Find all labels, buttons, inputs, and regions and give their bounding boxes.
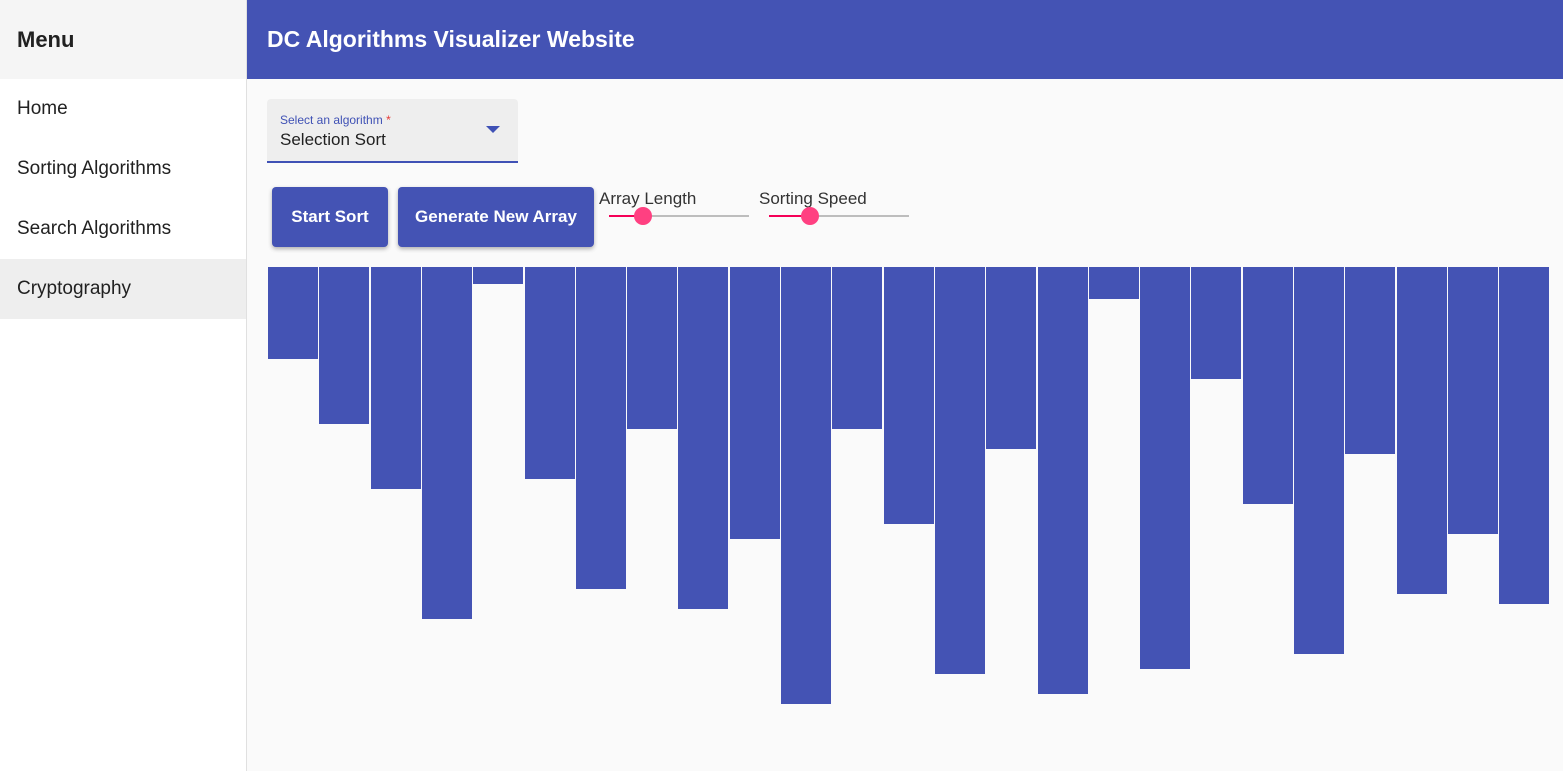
start-sort-button[interactable]: Start Sort	[272, 187, 388, 247]
array-bar	[627, 267, 677, 429]
array-bar	[525, 267, 575, 479]
array-bar	[781, 267, 831, 704]
sidebar-item-sorting-algorithms[interactable]: Sorting Algorithms	[0, 139, 246, 199]
array-bar	[832, 267, 882, 429]
array-bar	[1294, 267, 1344, 654]
algorithm-select-value: Selection Sort	[280, 130, 386, 149]
caret-down-icon	[486, 126, 500, 133]
array-bar	[422, 267, 472, 619]
array-bar	[1397, 267, 1447, 594]
array-bar	[371, 267, 421, 489]
sidebar-item-search-algorithms[interactable]: Search Algorithms	[0, 199, 246, 259]
generate-new-array-button[interactable]: Generate New Array	[398, 187, 594, 247]
sorting-speed-slider[interactable]	[769, 207, 909, 225]
algorithm-select-label: Select an algorithm *	[280, 113, 391, 127]
array-bar	[1243, 267, 1293, 504]
sidebar-item-cryptography[interactable]: Cryptography	[0, 259, 246, 319]
array-bar	[1089, 267, 1139, 299]
array-bar	[678, 267, 728, 609]
array-bar	[1140, 267, 1190, 669]
algorithm-select-label-text: Select an algorithm	[280, 113, 383, 127]
sidebar-title: Menu	[0, 0, 246, 79]
array-bar	[935, 267, 985, 674]
array-bar	[576, 267, 626, 589]
array-bar	[268, 267, 318, 359]
required-marker: *	[386, 113, 391, 127]
array-bar	[1499, 267, 1549, 604]
sorting-speed-label: Sorting Speed	[759, 189, 867, 208]
sorting-speed-slider-thumb[interactable]	[800, 207, 819, 225]
array-bar	[1448, 267, 1498, 534]
array-bar	[986, 267, 1036, 449]
array-bar	[1191, 267, 1241, 379]
array-bar	[1038, 267, 1088, 694]
array-bar	[1345, 267, 1395, 454]
page-title: DC Algorithms Visualizer Website	[267, 26, 635, 52]
array-length-slider[interactable]	[609, 207, 749, 225]
sidebar-item-home[interactable]: Home	[0, 79, 246, 139]
array-bar	[319, 267, 369, 424]
array-length-label: Array Length	[599, 189, 697, 208]
app-bar: DC Algorithms Visualizer Website	[247, 0, 1563, 79]
array-bar	[730, 267, 780, 539]
array-bar	[884, 267, 934, 524]
sidebar: Menu Home Sorting Algorithms Search Algo…	[0, 0, 247, 771]
algorithm-select[interactable]: Select an algorithm * Selection Sort	[267, 99, 518, 163]
array-length-slider-thumb[interactable]	[633, 207, 652, 225]
array-bars-container	[268, 267, 1563, 767]
array-bar	[473, 267, 523, 284]
